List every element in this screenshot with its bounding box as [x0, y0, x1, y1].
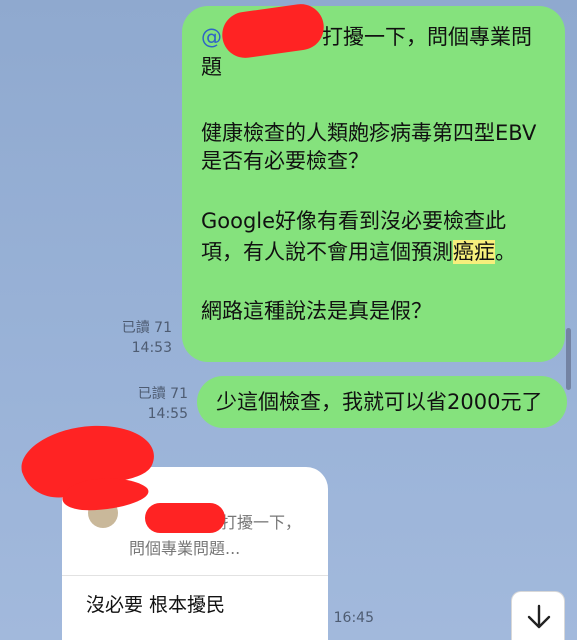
message-text-line: 打擾一下，問個專業問 — [322, 25, 532, 49]
arrow-down-icon — [527, 604, 551, 629]
read-receipt-2: 已讀 71 14:55 — [128, 384, 188, 424]
message-line-6: 項，有人說不會用這個預測癌症。 — [201, 238, 516, 266]
outgoing-message-cost[interactable]: 少這個檢查，我就可以省2000元了 — [197, 376, 567, 428]
message-text-line: 項，有人說不會用這個預測 — [201, 240, 453, 264]
read-count: 已讀 71 — [121, 320, 172, 336]
reply-time: 16:45 — [333, 610, 374, 626]
scroll-to-bottom-button[interactable] — [511, 591, 565, 640]
message-text-period: 。 — [495, 240, 516, 264]
read-receipt-1: 已讀 71 14:53 — [112, 318, 172, 358]
redaction-mark-avatar — [21, 425, 154, 511]
redaction-mark-quote-name — [145, 503, 225, 533]
quoted-message-body: 問個專業問題... — [129, 539, 241, 558]
outgoing-message-question[interactable]: @ 打擾一下，問個專業問 題 健康檢查的人類皰疹病毒第四型EBV 是否有必要檢查？… — [182, 6, 565, 362]
highlighted-keyword: 癌症 — [453, 240, 495, 264]
message-line-5: Google好像有看到沒必要檢查此 — [201, 209, 507, 233]
scrollbar-thumb[interactable] — [566, 328, 571, 390]
message-line-2: 題 — [201, 55, 222, 79]
message-text: 少這個檢查，我就可以省2000元了 — [216, 390, 543, 414]
message-time: 14:53 — [131, 340, 172, 356]
reply-text: 沒必要 根本擾民 — [86, 594, 226, 616]
read-count: 已讀 71 — [137, 386, 188, 402]
message-line-4: 是否有必要檢查？ — [201, 149, 369, 173]
message-line-3: 健康檢查的人類皰疹病毒第四型EBV — [201, 121, 537, 145]
mention-prefix: @ — [201, 25, 222, 49]
message-line-7: 網路這種說法是真是假？ — [201, 299, 432, 323]
quote-divider — [62, 575, 328, 576]
quoted-title-text: 打擾一下， — [221, 513, 302, 532]
